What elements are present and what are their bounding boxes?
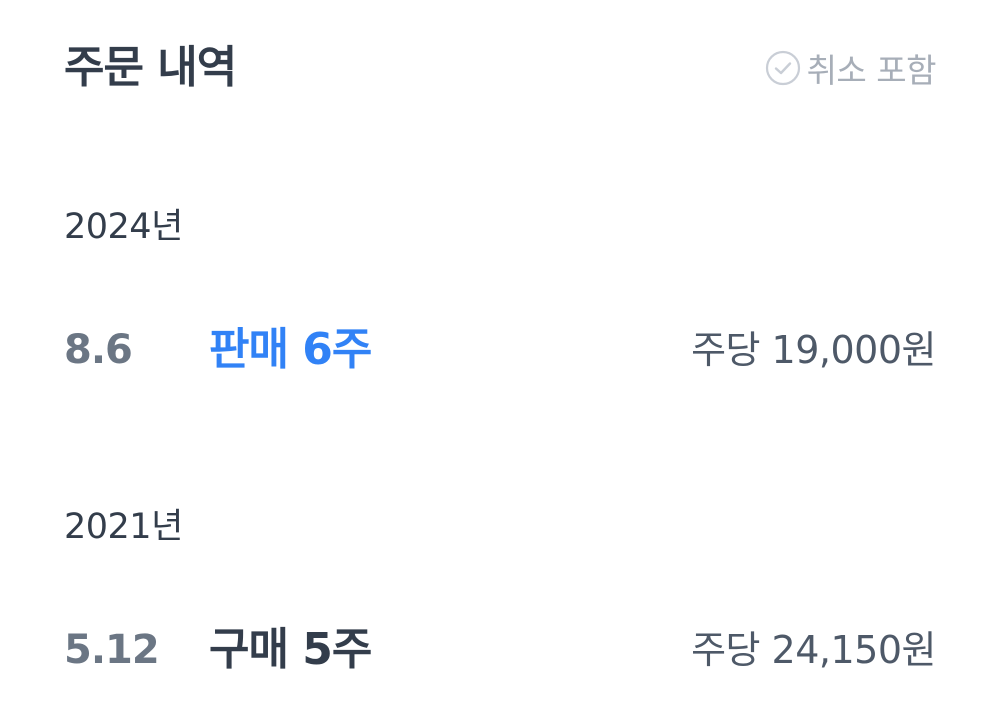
page-title: 주문 내역: [64, 42, 237, 93]
order-row[interactable]: 8.6 판매 6주 주당 19,000원: [64, 318, 936, 382]
order-type: 판매 6주: [209, 324, 372, 375]
check-circle-icon: [765, 50, 801, 86]
year-header-2021: 2021년: [64, 507, 183, 547]
order-date: 5.12: [64, 627, 160, 673]
include-cancelled-toggle[interactable]: 취소 포함: [765, 48, 937, 90]
order-price: 주당 24,150원: [691, 628, 936, 672]
order-price: 주당 19,000원: [691, 328, 936, 372]
header: 주문 내역 취소 포함: [64, 36, 937, 100]
order-type: 구매 5주: [209, 624, 372, 675]
order-date: 8.6: [64, 327, 133, 373]
include-cancelled-label: 취소 포함: [806, 51, 937, 90]
year-header-2024: 2024년: [64, 207, 183, 247]
order-row[interactable]: 5.12 구매 5주 주당 24,150원: [64, 618, 936, 682]
